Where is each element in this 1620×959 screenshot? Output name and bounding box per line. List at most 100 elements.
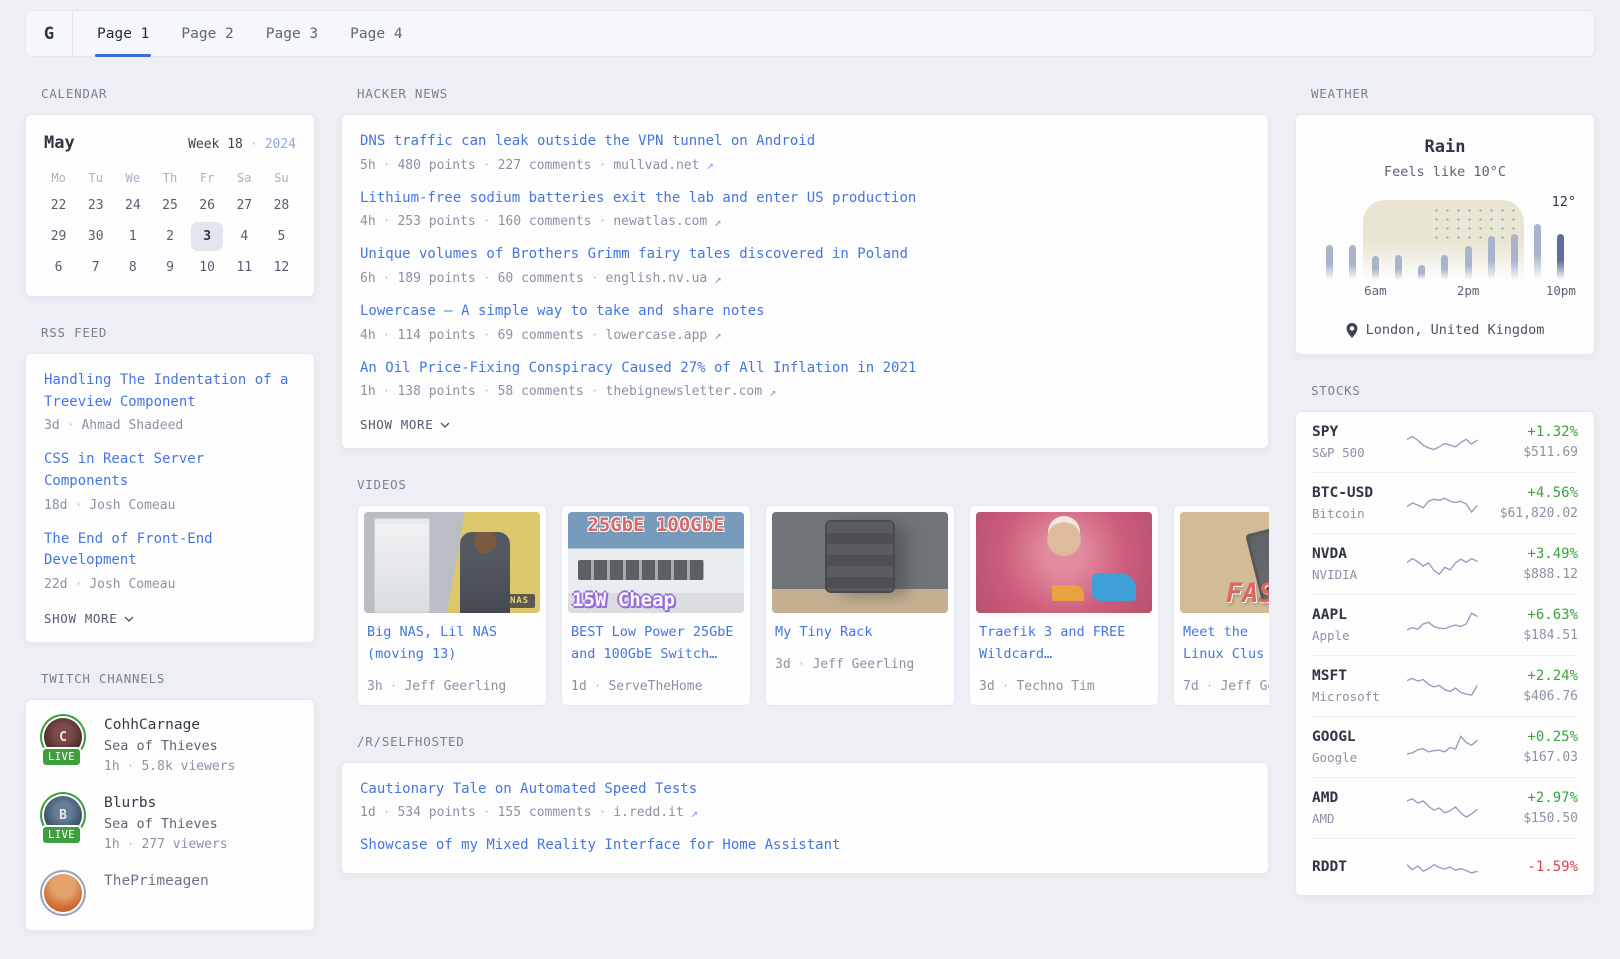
calendar-day: 7	[77, 253, 114, 284]
video-card[interactable]: Traefik 3 and FREE Wildcard… 3d Techno T…	[969, 505, 1159, 705]
day-label: 23	[80, 191, 112, 220]
rss-item-meta: 3d Ahmad Shadeed	[44, 418, 296, 433]
rss-item: Handling The Indentation of a Treeview C…	[44, 370, 296, 433]
video-card[interactable]: FAS Meet the Linux Clus 7d Jeff Geerling	[1173, 505, 1269, 705]
stock-symbol: SPY	[1312, 424, 1400, 440]
stock-row-googl[interactable]: GOOGL Google +0.25% $167.03	[1312, 716, 1578, 777]
stock-sparkline	[1400, 487, 1486, 519]
day-label: 8	[117, 253, 149, 282]
stock-price: $61,820.02	[1486, 506, 1578, 521]
stock-sparkline	[1400, 670, 1486, 702]
tab-page-4[interactable]: Page 4	[350, 11, 402, 56]
rss-item-title[interactable]: Handling The Indentation of a Treeview C…	[44, 370, 296, 413]
rss-item-title[interactable]: The End of Front-End Development	[44, 529, 296, 572]
hn-item-points: 480 points	[376, 158, 476, 173]
video-thumbnail[interactable]: 25GbE 100GbE 15W Cheap	[568, 512, 744, 613]
twitch-avatar-wrap: B LIVE	[42, 794, 88, 852]
live-badge: LIVE	[41, 825, 82, 845]
stock-row-amd[interactable]: AMD AMD +2.97% $150.50	[1312, 777, 1578, 838]
video-card[interactable]: LIL NAS Big NAS, Lil NAS (moving 13) 3h …	[357, 505, 547, 705]
stock-row-nvda[interactable]: NVDA NVIDIA +3.49% $888.12	[1312, 533, 1578, 594]
thumbnail-overlay	[976, 512, 1152, 613]
twitch-channel-theprimeagen[interactable]: ThePrimeagen	[42, 872, 298, 914]
tab-page-1[interactable]: Page 1	[97, 11, 149, 56]
hn-item-title[interactable]: Unique volumes of Brothers Grimm fairy t…	[360, 244, 1250, 266]
stocks-widget: SPY S&P 500 +1.32% $511.69 BTC-USD Bitco…	[1295, 411, 1595, 896]
video-age: 1d	[571, 679, 587, 694]
reddit-item-title[interactable]: Cautionary Tale on Automated Speed Tests	[360, 779, 1250, 801]
video-thumbnail[interactable]	[772, 512, 948, 613]
hn-item-domain[interactable]: english.nv.ua	[584, 271, 708, 286]
stock-name: Bitcoin	[1312, 506, 1400, 521]
rss-show-more-button[interactable]: SHOW MORE	[44, 611, 296, 626]
video-thumbnail[interactable]: FAS	[1180, 512, 1269, 613]
chevron-down-icon	[440, 422, 450, 428]
video-card[interactable]: My Tiny Rack 3d Jeff Geerling	[765, 505, 955, 705]
hn-item-time: 5h	[360, 158, 376, 173]
rss-item-meta: 22d Josh Comeau	[44, 577, 296, 592]
video-title[interactable]: Meet the Linux Clus	[1183, 622, 1269, 665]
video-thumbnail[interactable]	[976, 512, 1152, 613]
location-pin-icon	[1346, 323, 1358, 338]
rss-item-title[interactable]: CSS in React Server Components	[44, 449, 296, 492]
video-title[interactable]: Big NAS, Lil NAS (moving 13)	[367, 622, 537, 665]
hn-item: An Oil Price-Fixing Conspiracy Caused 27…	[360, 358, 1250, 400]
video-channel: Techno Tim	[995, 679, 1095, 694]
hn-item-domain[interactable]: thebignewsletter.com	[584, 384, 762, 399]
hn-item-title[interactable]: DNS traffic can leak outside the VPN tun…	[360, 131, 1250, 153]
rss-item-author: Ahmad Shadeed	[60, 418, 184, 433]
reddit-item-points: 534 points	[376, 805, 476, 820]
calendar-day: 12	[263, 253, 300, 284]
hn-item-title[interactable]: Lowercase – A simple way to take and sha…	[360, 301, 1250, 323]
weather-bars: 6am2pm10pm	[1318, 192, 1572, 298]
calendar-widget: May Week 18 2024 Mo Tu We Th Fr Sa Su 22…	[25, 114, 315, 297]
weekday-header: Sa	[226, 165, 263, 191]
hn-show-more-button[interactable]: SHOW MORE	[360, 417, 1250, 432]
day-label: 11	[228, 253, 260, 282]
hn-item-title[interactable]: Lithium-free sodium batteries exit the l…	[360, 188, 1250, 210]
hn-item: Lithium-free sodium batteries exit the l…	[360, 188, 1250, 230]
twitch-channel-cohhcarnage[interactable]: C LIVE CohhCarnage Sea of Thieves 1h 5.8…	[42, 716, 298, 774]
day-label: 29	[43, 222, 75, 251]
video-title[interactable]: My Tiny Rack	[775, 622, 945, 644]
stock-sparkline	[1400, 731, 1486, 763]
hn-item-domain[interactable]: mullvad.net	[592, 158, 700, 173]
stock-values: +2.97% $150.50	[1486, 790, 1578, 826]
video-card[interactable]: 25GbE 100GbE 15W Cheap BEST Low Power 25…	[561, 505, 751, 705]
hn-item-comments: 60 comments	[476, 271, 584, 286]
rss-item-age: 22d	[44, 577, 67, 592]
stock-row-msft[interactable]: MSFT Microsoft +2.24% $406.76	[1312, 655, 1578, 716]
calendar-day: 28	[263, 191, 300, 222]
calendar-grid: Mo Tu We Th Fr Sa Su 22 23 24 25 26 27 2…	[40, 165, 300, 284]
reddit-item-title[interactable]: Showcase of my Mixed Reality Interface f…	[360, 835, 1250, 857]
stock-values: +1.32% $511.69	[1486, 424, 1578, 460]
video-channel: Jeff Geerling	[791, 657, 915, 672]
hn-item-domain[interactable]: lowercase.app	[584, 328, 708, 343]
video-meta: 3d Techno Tim	[979, 679, 1149, 694]
tab-page-3[interactable]: Page 3	[266, 11, 318, 56]
stock-row-spy[interactable]: SPY S&P 500 +1.32% $511.69	[1312, 412, 1578, 472]
hn-item-domain[interactable]: newatlas.com	[592, 214, 708, 229]
rss-item-age: 3d	[44, 418, 60, 433]
channel-game: Sea of Thieves	[104, 738, 235, 754]
hn-item-title[interactable]: An Oil Price-Fixing Conspiracy Caused 27…	[360, 358, 1250, 380]
hour-label: 6am	[1364, 283, 1387, 298]
video-title[interactable]: Traefik 3 and FREE Wildcard…	[979, 622, 1149, 665]
twitch-channel-blurbs[interactable]: B LIVE Blurbs Sea of Thieves 1h 277 view…	[42, 794, 298, 852]
stock-symbol: RDDT	[1312, 859, 1400, 875]
app-logo[interactable]: G	[26, 11, 73, 56]
avatar-initial: C	[59, 730, 67, 745]
stock-row-btc-usd[interactable]: BTC-USD Bitcoin +4.56% $61,820.02	[1312, 472, 1578, 533]
stock-name: AMD	[1312, 811, 1400, 826]
video-title[interactable]: BEST Low Power 25GbE and 100GbE Switch…	[571, 622, 741, 665]
day-label: 10	[191, 253, 223, 282]
reddit-item-domain[interactable]: i.redd.it	[592, 805, 684, 820]
calendar-week: Week 18 2024	[188, 137, 296, 152]
video-thumbnail[interactable]: LIL NAS	[364, 512, 540, 613]
rss-section-title: RSS FEED	[41, 325, 315, 340]
stock-id: SPY S&P 500	[1312, 424, 1400, 460]
day-label: 22	[43, 191, 75, 220]
stock-row-rddt[interactable]: RDDT -1.59%	[1312, 838, 1578, 895]
tab-page-2[interactable]: Page 2	[181, 11, 233, 56]
stock-row-aapl[interactable]: AAPL Apple +6.63% $184.51	[1312, 594, 1578, 655]
